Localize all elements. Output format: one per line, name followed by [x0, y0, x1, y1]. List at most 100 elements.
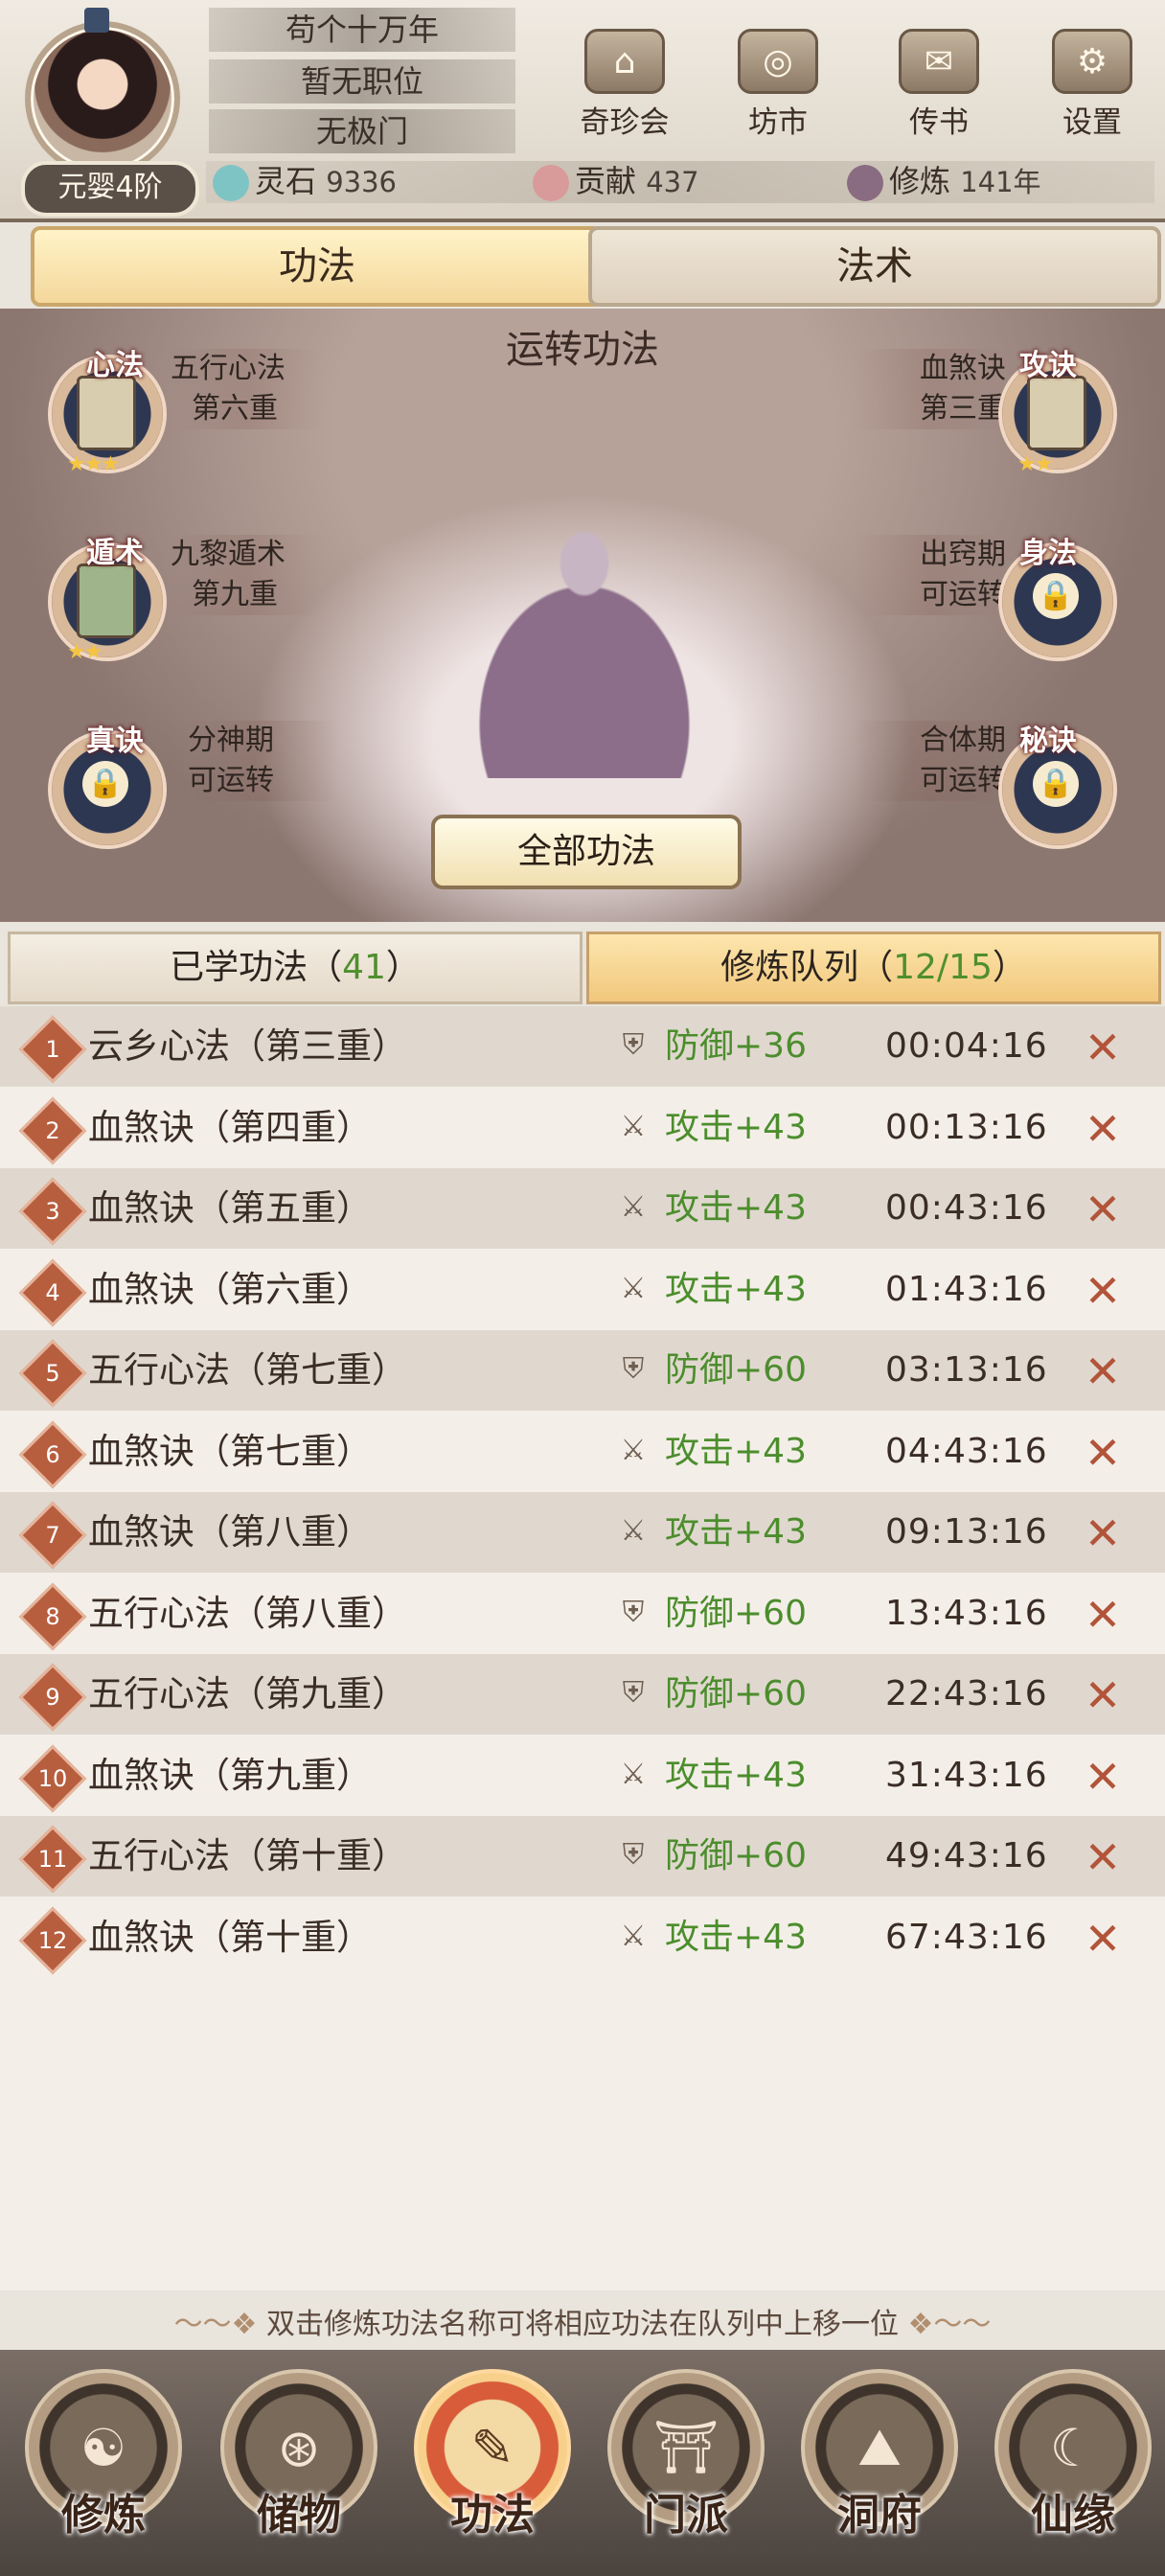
table-row[interactable]: 9 五行心法（第九重） ⛨ 防御+60 22:43:16 ✕ — [0, 1654, 1165, 1735]
remove-icon[interactable]: ✕ — [1079, 1267, 1127, 1315]
gongfa-name[interactable]: 血煞诀（第四重） — [88, 1088, 372, 1168]
effect-value: 防御+60 — [665, 1350, 807, 1390]
remove-icon[interactable]: ✕ — [1079, 1591, 1127, 1639]
gongfa-name[interactable]: 血煞诀（第七重） — [88, 1412, 372, 1492]
sword-icon: ⚔ — [620, 1190, 647, 1224]
gongfa-name[interactable]: 血煞诀（第五重） — [88, 1168, 372, 1249]
table-row[interactable]: 3 血煞诀（第五重） ⚔ 攻击+43 00:43:16 ✕ — [0, 1168, 1165, 1249]
remove-icon[interactable]: ✕ — [1079, 1833, 1127, 1881]
table-row[interactable]: 5 五行心法（第七重） ⛨ 防御+60 03:13:16 ✕ — [0, 1330, 1165, 1411]
table-row[interactable]: 11 五行心法（第十重） ⛨ 防御+60 49:43:16 ✕ — [0, 1816, 1165, 1897]
nav-qizhenhui-button[interactable]: ⌂ 奇珍会 — [567, 29, 682, 140]
market-icon: ◎ — [738, 29, 818, 94]
gongfa-name[interactable]: 五行心法（第八重） — [88, 1574, 407, 1654]
index-badge: 10 — [18, 1744, 87, 1812]
gongfa-name[interactable]: 血煞诀（第八重） — [88, 1492, 372, 1573]
index-badge: 6 — [18, 1420, 87, 1488]
top-header: 元婴4阶 苟个十万年 暂无职位 无极门 ⌂ 奇珍会 ◎ 坊市 ✉ 传书 ⚙ 设置… — [0, 0, 1165, 222]
gongfa-name[interactable]: 血煞诀（第十重） — [88, 1898, 372, 1978]
remaining-time: 22:43:16 — [885, 1674, 1048, 1714]
slot-xinfa[interactable]: 心法 ★★★ — [40, 347, 174, 481]
bottom-nav-label: 洞府 — [837, 2491, 922, 2540]
realm-badge: 元婴4阶 — [21, 161, 199, 217]
remaining-time: 03:13:16 — [885, 1350, 1048, 1390]
slot-line1: 分神期 — [188, 724, 274, 757]
gongfa-name[interactable]: 五行心法（第九重） — [88, 1654, 407, 1735]
remove-icon[interactable]: ✕ — [1079, 1753, 1127, 1801]
tab-label: 已学功法（ — [170, 948, 343, 987]
index-number: 4 — [45, 1278, 60, 1306]
tab-gongfa[interactable]: 功法 — [31, 226, 604, 307]
cultivation-label: 修炼 — [889, 163, 951, 199]
remove-icon[interactable]: ✕ — [1079, 1105, 1127, 1153]
cultivation-counter: 修炼 141年 — [847, 157, 1041, 205]
gongfa-name[interactable]: 五行心法（第七重） — [88, 1330, 407, 1411]
slot-zhenjue[interactable]: 🔒 真诀 — [40, 723, 174, 857]
remove-icon[interactable]: ✕ — [1079, 1671, 1127, 1719]
slot-line1: 五行心法 — [171, 352, 286, 385]
remaining-time: 00:04:16 — [885, 1026, 1048, 1066]
index-number: 9 — [45, 1684, 60, 1711]
remove-icon[interactable]: ✕ — [1079, 1429, 1127, 1477]
nav-label: 设置 — [1062, 105, 1122, 140]
table-row[interactable]: 6 血煞诀（第七重） ⚔ 攻击+43 04:43:16 ✕ — [0, 1412, 1165, 1492]
table-row[interactable]: 1 云乡心法（第三重） ⛨ 防御+36 00:04:16 ✕ — [0, 1006, 1165, 1087]
slot-tag: 身法 — [1019, 537, 1077, 570]
slot-shenfa[interactable]: 🔒 身法 — [991, 535, 1125, 669]
tab-fashu[interactable]: 法术 — [588, 226, 1161, 307]
table-row[interactable]: 10 血煞诀（第九重） ⚔ 攻击+43 31:43:16 ✕ — [0, 1736, 1165, 1816]
book-icon — [1027, 376, 1086, 450]
nav-settings-button[interactable]: ⚙ 设置 — [1035, 29, 1150, 140]
bottom-nav-meditate-button[interactable]: ☯ 修炼 — [17, 2369, 190, 2561]
slot-line2: 第三重 — [920, 392, 1006, 426]
index-number: 10 — [37, 1764, 68, 1792]
gongfa-name[interactable]: 云乡心法（第三重） — [88, 1006, 407, 1087]
bottom-nav-sect-gate-button[interactable]: ⛩ 门派 — [600, 2369, 772, 2561]
slot-tag: 攻诀 — [1019, 349, 1077, 382]
tab-label: 修炼队列（ — [720, 948, 894, 987]
slot-dunshu[interactable]: 遁术 ★★ — [40, 535, 174, 669]
gongfa-name[interactable]: 五行心法（第十重） — [88, 1816, 407, 1897]
bottom-nav-destiny-button[interactable]: ☾ 仙缘 — [987, 2369, 1159, 2561]
spirit-stone-value: 9336 — [326, 166, 397, 198]
slot-mijue[interactable]: 🔒 秘诀 — [991, 723, 1125, 857]
nav-label: 传书 — [909, 105, 969, 140]
remaining-time: 67:43:16 — [885, 1917, 1048, 1957]
table-row[interactable]: 7 血煞诀（第八重） ⚔ 攻击+43 09:13:16 ✕ — [0, 1492, 1165, 1573]
nav-market-button[interactable]: ◎ 坊市 — [720, 29, 835, 140]
bottom-nav: ☯ 修炼 ⊛ 储物 ✎ 功法 ⛩ 门派 ⛰ 洞府 ☾ 仙缘 — [0, 2350, 1165, 2576]
remove-icon[interactable]: ✕ — [1079, 1509, 1127, 1557]
star-rating: ★★ — [67, 640, 103, 664]
remove-icon[interactable]: ✕ — [1079, 1915, 1127, 1963]
slot-tag: 心法 — [86, 349, 144, 382]
bottom-nav-manual-button[interactable]: ✎ 功法 — [406, 2369, 579, 2561]
nav-mail-button[interactable]: ✉ 传书 — [881, 29, 996, 140]
remove-icon[interactable]: ✕ — [1079, 1347, 1127, 1395]
remove-icon[interactable]: ✕ — [1079, 1024, 1127, 1071]
bottom-nav-bag-button[interactable]: ⊛ 储物 — [213, 2369, 385, 2561]
table-row[interactable]: 12 血煞诀（第十重） ⚔ 攻击+43 67:43:16 ✕ — [0, 1898, 1165, 1978]
tab-label-close: ） — [385, 948, 421, 987]
cultivation-stage: 运转功法 心法 ★★★ 五行心法 第六重 遁术 ★★ 九黎遁术 第九重 🔒 真诀… — [0, 309, 1165, 922]
table-row[interactable]: 8 五行心法（第八重） ⛨ 防御+60 13:43:16 ✕ — [0, 1574, 1165, 1654]
bottom-nav-label: 门派 — [644, 2491, 728, 2540]
table-row[interactable]: 4 血煞诀（第六重） ⚔ 攻击+43 01:43:16 ✕ — [0, 1250, 1165, 1330]
remove-icon[interactable]: ✕ — [1079, 1185, 1127, 1233]
tab-cultivation-queue[interactable]: 修炼队列（12/15） — [586, 932, 1161, 1004]
slot-gongjue[interactable]: 攻诀 ★★ — [991, 347, 1125, 481]
index-number: 7 — [45, 1522, 60, 1549]
shield-icon: ⛨ — [622, 1352, 645, 1386]
index-number: 3 — [45, 1198, 60, 1225]
gongfa-name[interactable]: 血煞诀（第九重） — [88, 1736, 372, 1816]
all-gongfa-button[interactable]: 全部功法 — [431, 815, 742, 889]
table-row[interactable]: 2 血煞诀（第四重） ⚔ 攻击+43 00:13:16 ✕ — [0, 1088, 1165, 1168]
index-number: 8 — [45, 1602, 60, 1630]
avatar[interactable]: 元婴4阶 — [8, 8, 199, 217]
bottom-nav-cave-button[interactable]: ⛰ 洞府 — [793, 2369, 966, 2561]
gongfa-name[interactable]: 血煞诀（第六重） — [88, 1250, 372, 1330]
book-icon — [77, 376, 136, 450]
sword-icon: ⚔ — [620, 1514, 647, 1548]
tab-learned-gongfa[interactable]: 已学功法（41） — [8, 932, 582, 1004]
slot-zhenjue-info: 分神期 可运转 — [188, 721, 341, 801]
player-position: 暂无职位 — [209, 59, 515, 104]
